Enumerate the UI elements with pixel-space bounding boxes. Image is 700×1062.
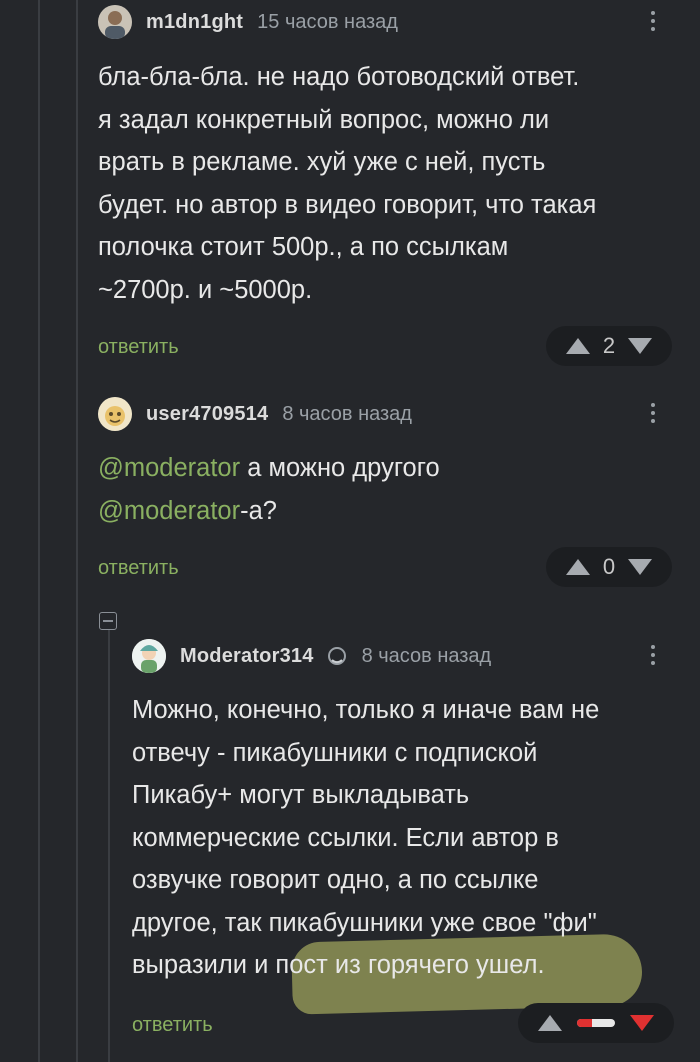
comment-line: бла-бла-бла. не надо ботоводский ответ.: [98, 63, 580, 91]
comment-line: будет. но автор в видео говорит, что так…: [98, 190, 597, 219]
thread-line-outer: [38, 0, 40, 1062]
thread-line-inner: [76, 0, 78, 1062]
comment-line: Пикабу+ могут выкладывать: [132, 781, 470, 809]
vote-box: 2: [546, 326, 672, 366]
comment-line: Можно, конечно, только я иначе вам не: [132, 696, 600, 724]
comment-header: m1dn1ght 15 часов назад: [98, 4, 398, 40]
comment-line: выразили и пост из горячего ушел.: [132, 951, 545, 979]
timestamp[interactable]: 8 часов назад: [282, 403, 412, 426]
comment-line: врать в рекламе. хуй уже с ней, пусть: [98, 148, 546, 176]
downvote-icon[interactable]: [628, 338, 652, 354]
avatar[interactable]: [98, 5, 132, 39]
comment-line: другое, так пикабушники уже свое "фи": [132, 908, 597, 937]
comment-line: @moderator-а?: [98, 490, 440, 533]
username[interactable]: user4709514: [146, 403, 268, 426]
comment-line: коммерческие ссылки. Если автор в: [132, 823, 559, 852]
avatar[interactable]: [132, 639, 166, 673]
comment-header: Moderator314 8 часов назад: [132, 638, 491, 674]
username[interactable]: Moderator314: [180, 645, 314, 668]
downvote-icon[interactable]: [630, 1015, 654, 1031]
thread-line-reply: [108, 630, 110, 1062]
moderator-badge-icon: [327, 647, 346, 665]
comment-line: полочка стоит 500р., а по ссылкам: [98, 233, 509, 261]
comment-line-text: -а?: [240, 496, 277, 525]
mention-link[interactable]: @moderator: [98, 454, 240, 482]
collapse-thread-button[interactable]: [99, 612, 117, 630]
avatar[interactable]: [98, 397, 132, 431]
reply-link[interactable]: ответить: [98, 557, 179, 580]
vote-box: 0: [546, 547, 672, 587]
comment-line: ~2700р. и ~5000р.: [98, 275, 313, 304]
more-options-icon[interactable]: [648, 8, 658, 38]
username[interactable]: m1dn1ght: [146, 11, 243, 34]
comment-text: @moderator а можно другого @moderator-а?: [98, 447, 440, 532]
comment-header: user4709514 8 часов назад: [98, 396, 412, 432]
rating-bar-fill: [577, 1019, 593, 1027]
reply-link[interactable]: ответить: [98, 336, 179, 359]
score: 2: [602, 333, 616, 358]
comment-line: отвечу - пикабушники с подпиской: [132, 738, 538, 767]
downvote-icon[interactable]: [628, 559, 652, 575]
comment-line: я задал конкретный вопрос, можно ли: [98, 105, 550, 134]
mention-link[interactable]: @moderator: [98, 497, 240, 525]
upvote-icon[interactable]: [566, 559, 590, 575]
more-options-icon[interactable]: [648, 400, 658, 430]
reply-link[interactable]: ответить: [132, 1014, 213, 1037]
comment-line-text: а можно другого: [240, 454, 440, 482]
more-options-icon[interactable]: [648, 642, 658, 672]
comment-text: бла-бла-бла. не надо ботоводский ответ. …: [98, 56, 596, 311]
timestamp[interactable]: 15 часов назад: [257, 11, 398, 34]
vote-box: [518, 1003, 674, 1043]
comment-line: @moderator а можно другого: [98, 447, 440, 490]
timestamp[interactable]: 8 часов назад: [362, 645, 492, 668]
rating-bar: [577, 1019, 615, 1027]
upvote-icon[interactable]: [566, 338, 590, 354]
score: 0: [602, 554, 616, 579]
comment-text: Можно, конечно, только я иначе вам не от…: [132, 689, 599, 987]
comment-line: озвучке говорит одно, а по ссылке: [132, 866, 539, 894]
upvote-icon[interactable]: [538, 1015, 562, 1031]
